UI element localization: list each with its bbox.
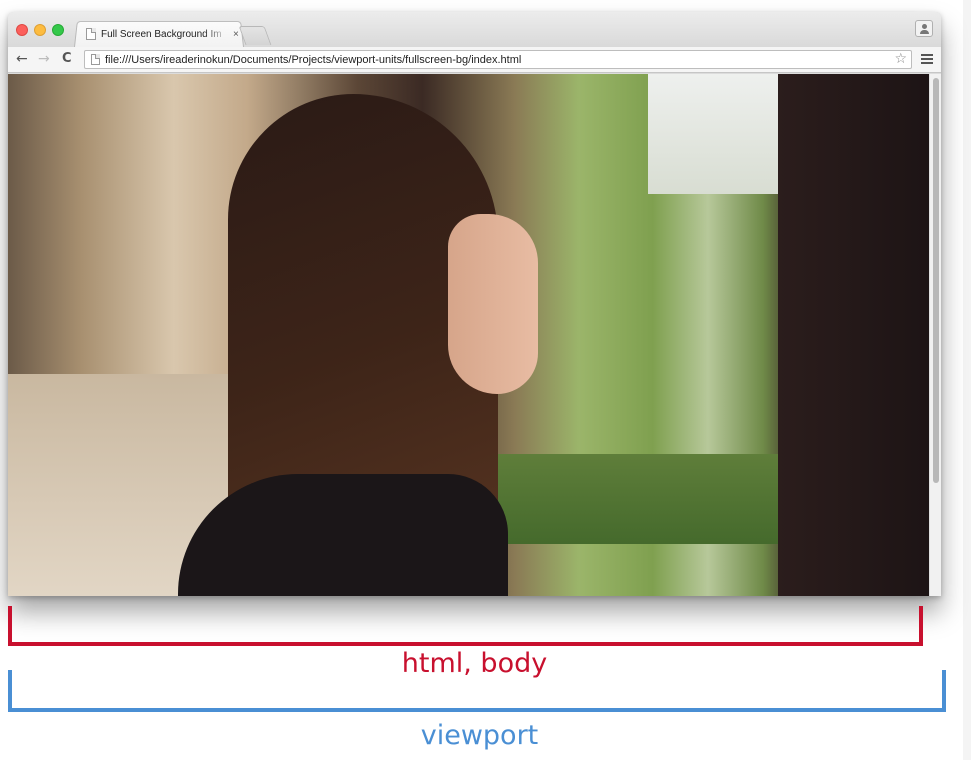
minimize-window-button[interactable] — [34, 24, 46, 36]
viewport-bracket — [8, 670, 946, 712]
star-icon[interactable]: ☆ — [894, 51, 907, 67]
document-icon — [86, 28, 96, 40]
profile-icon[interactable] — [915, 20, 933, 37]
forward-arrow-icon[interactable]: → — [38, 51, 50, 67]
back-arrow-icon[interactable]: ← — [16, 51, 28, 67]
html-body-bracket — [8, 606, 923, 646]
url-text[interactable]: file:///Users/ireaderinokun/Documents/Pr… — [105, 54, 521, 66]
tab-content[interactable]: Full Screen Background Im × — [86, 24, 246, 44]
tab-title: Full Screen Background Im — [101, 28, 222, 40]
scrollbar[interactable] — [929, 74, 941, 596]
image-hedge — [468, 454, 788, 544]
image-pillar — [778, 74, 929, 596]
image-person-face — [448, 214, 538, 394]
scrollbar-thumb[interactable] — [933, 78, 939, 483]
reload-icon[interactable]: C — [62, 51, 72, 67]
fullscreen-background-image — [8, 74, 929, 596]
document-icon — [91, 54, 100, 65]
viewport-label: viewport — [420, 720, 539, 751]
close-icon[interactable]: × — [233, 29, 239, 40]
browser-window: Full Screen Background Im × ← → C file:/… — [8, 12, 941, 596]
image-sky — [648, 74, 788, 194]
toolbar: ← → C file:///Users/ireaderinokun/Docume… — [8, 47, 941, 73]
page-edge — [963, 0, 971, 760]
zoom-window-button[interactable] — [52, 24, 64, 36]
menu-icon[interactable] — [921, 54, 933, 66]
tab-strip: Full Screen Background Im × — [8, 12, 941, 47]
address-bar[interactable]: file:///Users/ireaderinokun/Documents/Pr… — [84, 50, 912, 69]
new-tab-button[interactable] — [238, 26, 272, 45]
close-window-button[interactable] — [16, 24, 28, 36]
